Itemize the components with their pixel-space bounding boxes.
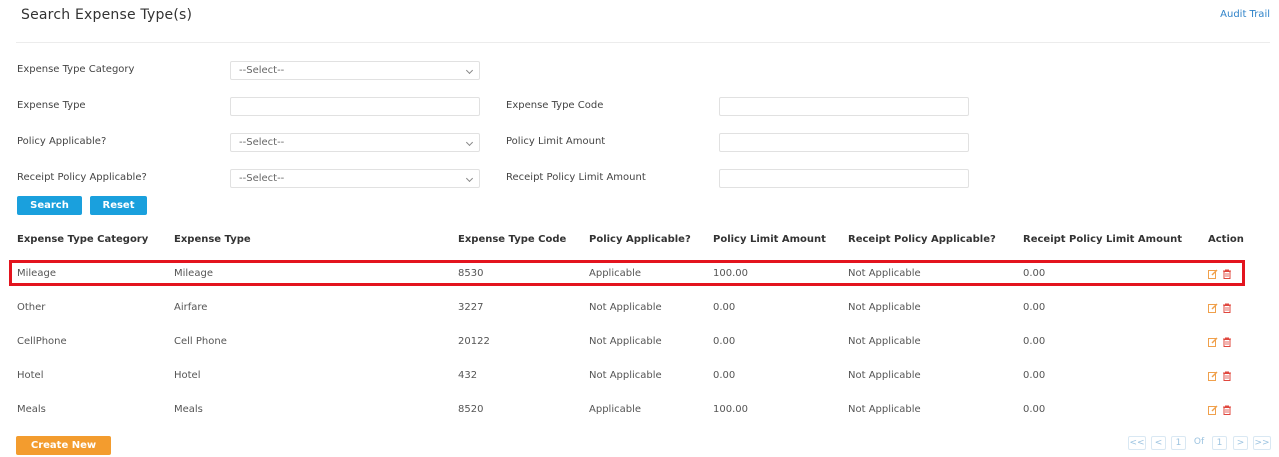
receipt-policy-value: --Select-- <box>239 173 285 184</box>
category-label: Expense Type Category <box>17 64 135 75</box>
table-cell: Airfare <box>174 302 208 313</box>
receipt-policy-label: Receipt Policy Applicable? <box>17 172 147 183</box>
expense-type-input[interactable] <box>230 97 480 116</box>
table-cell: 100.00 <box>713 268 748 279</box>
next-page-button[interactable]: > <box>1233 436 1248 450</box>
table-cell: Not Applicable <box>589 370 662 381</box>
delete-icon[interactable] <box>1222 405 1232 415</box>
receipt-policy-select[interactable]: --Select-- <box>230 169 480 188</box>
column-header[interactable]: Receipt Policy Applicable? <box>848 234 996 245</box>
table-cell: Applicable <box>589 404 641 415</box>
column-header[interactable]: Policy Limit Amount <box>713 234 826 245</box>
edit-icon[interactable] <box>1208 303 1218 313</box>
table-cell: 3227 <box>458 302 484 313</box>
chevron-down-icon <box>465 174 474 183</box>
category-select[interactable]: --Select-- <box>230 61 480 80</box>
table-cell: 8530 <box>458 268 484 279</box>
page-title: Search Expense Type(s) <box>21 7 193 23</box>
column-header[interactable]: Expense Type Category <box>17 234 148 245</box>
expense-type-code-input[interactable] <box>719 97 969 116</box>
edit-icon[interactable] <box>1208 337 1218 347</box>
table-cell: 8520 <box>458 404 484 415</box>
expense-type-code-label: Expense Type Code <box>506 100 604 111</box>
table-cell: Mileage <box>174 268 213 279</box>
table-cell: Meals <box>174 404 203 415</box>
expense-type-label: Expense Type <box>17 100 86 111</box>
policy-applicable-label: Policy Applicable? <box>17 136 107 147</box>
edit-icon[interactable] <box>1208 269 1218 279</box>
chevron-down-icon <box>465 138 474 147</box>
table-cell: Not Applicable <box>848 404 921 415</box>
reset-button[interactable]: Reset <box>90 196 147 215</box>
receipt-limit-label: Receipt Policy Limit Amount <box>506 172 646 183</box>
edit-icon[interactable] <box>1208 405 1218 415</box>
table-cell: Mileage <box>17 268 56 279</box>
policy-applicable-select[interactable]: --Select-- <box>230 133 480 152</box>
delete-icon[interactable] <box>1222 371 1232 381</box>
policy-limit-label: Policy Limit Amount <box>506 136 606 147</box>
delete-icon[interactable] <box>1222 337 1232 347</box>
table-cell: Not Applicable <box>848 336 921 347</box>
table-cell: 432 <box>458 370 478 381</box>
create-new-button[interactable]: Create New <box>16 436 111 455</box>
table-cell: 0.00 <box>1023 302 1046 313</box>
table-cell: 0.00 <box>1023 370 1046 381</box>
table-cell: Hotel <box>174 370 201 381</box>
table-cell: Not Applicable <box>589 302 662 313</box>
delete-icon[interactable] <box>1222 269 1232 279</box>
receipt-limit-input[interactable] <box>719 169 969 188</box>
table-cell: Applicable <box>589 268 641 279</box>
policy-limit-input[interactable] <box>719 133 969 152</box>
page-of-label: Of <box>1190 436 1208 450</box>
table-cell: 20122 <box>458 336 490 347</box>
table-cell: 0.00 <box>713 370 736 381</box>
total-pages: 1 <box>1212 436 1227 450</box>
column-header[interactable]: Policy Applicable? <box>589 234 691 245</box>
column-header[interactable]: Receipt Policy Limit Amount <box>1023 234 1182 245</box>
table-cell: 0.00 <box>713 302 736 313</box>
column-header[interactable]: Expense Type Code <box>458 234 566 245</box>
table-cell: 0.00 <box>713 336 736 347</box>
table-cell: 0.00 <box>1023 404 1046 415</box>
table-cell: Meals <box>17 404 46 415</box>
table-cell: 100.00 <box>713 404 748 415</box>
category-select-value: --Select-- <box>239 65 285 76</box>
policy-applicable-value: --Select-- <box>239 137 285 148</box>
table-cell: Other <box>17 302 46 313</box>
table-cell: 0.00 <box>1023 268 1046 279</box>
edit-icon[interactable] <box>1208 371 1218 381</box>
table-cell: Not Applicable <box>848 302 921 313</box>
table-cell: CellPhone <box>17 336 67 347</box>
table-cell: Not Applicable <box>589 336 662 347</box>
table-cell: Hotel <box>17 370 44 381</box>
column-header[interactable]: Expense Type <box>174 234 251 245</box>
first-page-button[interactable]: << <box>1128 436 1146 450</box>
prev-page-button[interactable]: < <box>1151 436 1166 450</box>
header-divider <box>16 42 1270 43</box>
chevron-down-icon <box>465 66 474 75</box>
column-header: Action <box>1208 234 1244 245</box>
table-cell: Cell Phone <box>174 336 227 347</box>
page-number-input[interactable]: 1 <box>1171 436 1186 450</box>
table-cell: 0.00 <box>1023 336 1046 347</box>
search-button[interactable]: Search <box>17 196 82 215</box>
table-cell: Not Applicable <box>848 268 921 279</box>
last-page-button[interactable]: >> <box>1253 436 1271 450</box>
delete-icon[interactable] <box>1222 303 1232 313</box>
table-cell: Not Applicable <box>848 370 921 381</box>
audit-trail-link[interactable]: Audit Trail <box>1220 9 1270 20</box>
